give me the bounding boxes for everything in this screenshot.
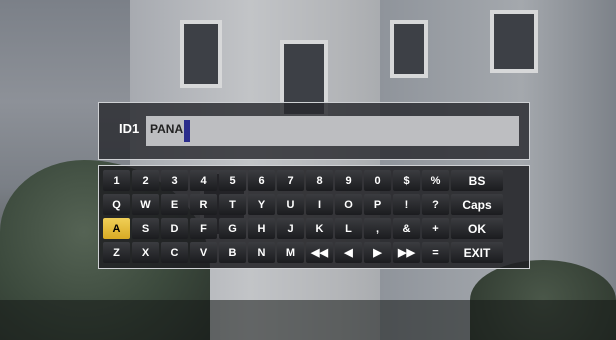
on-screen-keyboard: 1 2 3 4 5 6 7 8 9 0 $% BS Q W E R T Y U I O P!? Caps A S D F G H J K L,… xyxy=(98,165,530,269)
key-r[interactable]: R xyxy=(190,194,217,215)
key-0[interactable]: 0 xyxy=(364,170,391,191)
id-entry-panel: ID1 PANA xyxy=(98,102,530,160)
background-window xyxy=(390,20,428,78)
key-sym3-8[interactable]: ◀ xyxy=(335,242,362,263)
background-window xyxy=(490,10,538,73)
key-sym0-10[interactable]: $ xyxy=(393,170,420,191)
key-2[interactable]: 2 xyxy=(132,170,159,191)
key-c[interactable]: C xyxy=(161,242,188,263)
key-t[interactable]: T xyxy=(219,194,246,215)
key-sym3-7[interactable]: ◀◀ xyxy=(306,242,333,263)
key-sym3-10[interactable]: ▶▶ xyxy=(393,242,420,263)
key-bs[interactable]: BS xyxy=(451,170,503,191)
key-4[interactable]: 4 xyxy=(190,170,217,191)
key-sym3-9[interactable]: ▶ xyxy=(364,242,391,263)
keyboard-row: 1 2 3 4 5 6 7 8 9 0 $% BS xyxy=(103,170,525,191)
key-z[interactable]: Z xyxy=(103,242,130,263)
key-j[interactable]: J xyxy=(277,218,304,239)
key-a[interactable]: A xyxy=(103,218,130,239)
key-o[interactable]: O xyxy=(335,194,362,215)
key-g[interactable]: G xyxy=(219,218,246,239)
key-l[interactable]: L xyxy=(335,218,362,239)
key-m[interactable]: M xyxy=(277,242,304,263)
key-1[interactable]: 1 xyxy=(103,170,130,191)
key-7[interactable]: 7 xyxy=(277,170,304,191)
screen: ID1 PANA 1 2 3 4 5 6 7 8 9 0 $% BS Q W E R T Y U I O P!? Caps A… xyxy=(0,0,616,340)
key-3[interactable]: 3 xyxy=(161,170,188,191)
key-9[interactable]: 9 xyxy=(335,170,362,191)
key-sym1-10[interactable]: ! xyxy=(393,194,420,215)
key-b[interactable]: B xyxy=(219,242,246,263)
key-exit[interactable]: EXIT xyxy=(451,242,503,263)
background-window xyxy=(180,20,222,88)
key-sym2-11[interactable]: + xyxy=(422,218,449,239)
key-f[interactable]: F xyxy=(190,218,217,239)
keyboard-row: Q W E R T Y U I O P!? Caps xyxy=(103,194,525,215)
key-s[interactable]: S xyxy=(132,218,159,239)
key-e[interactable]: E xyxy=(161,194,188,215)
key-h[interactable]: H xyxy=(248,218,275,239)
keyboard-row: A S D F G H J K L, & + OK xyxy=(103,218,525,239)
key-sym3-11[interactable]: = xyxy=(422,242,449,263)
key-k[interactable]: K xyxy=(306,218,333,239)
key-6[interactable]: 6 xyxy=(248,170,275,191)
id-text-value: PANA xyxy=(150,122,184,136)
text-cursor xyxy=(184,120,190,142)
key-i[interactable]: I xyxy=(306,194,333,215)
key-sym2-10[interactable]: & xyxy=(393,218,420,239)
key-sym0-11[interactable]: % xyxy=(422,170,449,191)
key-x[interactable]: X xyxy=(132,242,159,263)
key-u[interactable]: U xyxy=(277,194,304,215)
id-label: ID1 xyxy=(119,121,140,136)
key-n[interactable]: N xyxy=(248,242,275,263)
key-w[interactable]: W xyxy=(132,194,159,215)
id-text-field[interactable]: PANA xyxy=(146,116,519,146)
key-q[interactable]: Q xyxy=(103,194,130,215)
key-y[interactable]: Y xyxy=(248,194,275,215)
key-caps[interactable]: Caps xyxy=(451,194,503,215)
key-5[interactable]: 5 xyxy=(219,170,246,191)
key-sym1-11[interactable]: ? xyxy=(422,194,449,215)
key-ok[interactable]: OK xyxy=(451,218,503,239)
key-sym2-9[interactable]: , xyxy=(364,218,391,239)
key-8[interactable]: 8 xyxy=(306,170,333,191)
key-d[interactable]: D xyxy=(161,218,188,239)
key-v[interactable]: V xyxy=(190,242,217,263)
key-p[interactable]: P xyxy=(364,194,391,215)
keyboard-row: Z X C V B N M ◀◀ ◀ ▶ ▶▶ = EXIT xyxy=(103,242,525,263)
background-ground xyxy=(0,300,616,340)
